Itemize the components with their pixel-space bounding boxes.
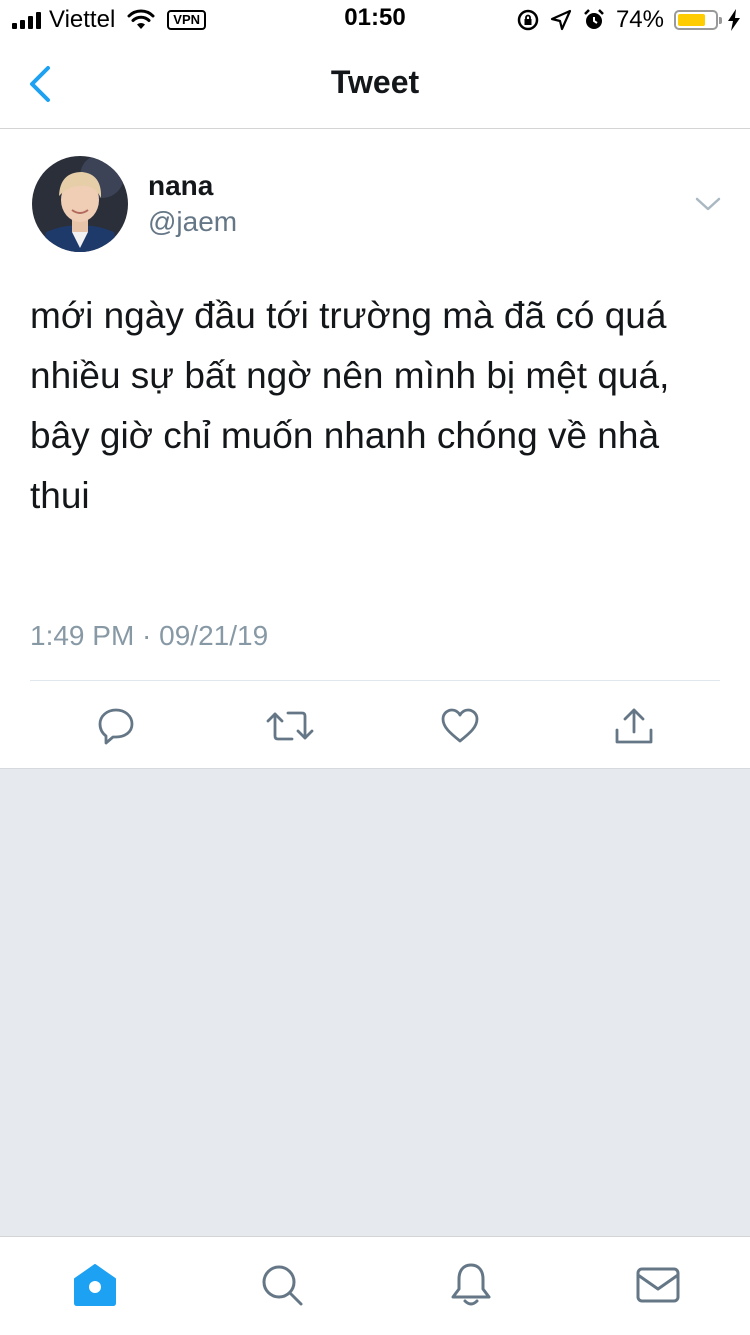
avatar[interactable]	[32, 156, 128, 252]
retweet-icon	[266, 711, 314, 741]
charging-icon	[728, 9, 740, 31]
author-handle[interactable]: @jaem	[148, 206, 237, 238]
tab-notifications[interactable]	[441, 1257, 501, 1313]
tab-search[interactable]	[252, 1257, 312, 1313]
page-title: Tweet	[330, 64, 420, 100]
more-options-button[interactable]	[692, 190, 724, 218]
like-button[interactable]	[430, 696, 490, 756]
status-bar: Viettel VPN 01:50 74%	[0, 0, 750, 40]
battery-icon	[674, 10, 722, 30]
signal-icon	[12, 11, 41, 29]
nav-bar: Tweet	[0, 40, 750, 129]
battery-level	[678, 14, 705, 26]
avatar-image	[32, 156, 128, 252]
share-icon	[615, 708, 653, 744]
tab-bar	[0, 1236, 750, 1335]
share-button[interactable]	[604, 696, 664, 756]
retweet-button[interactable]	[260, 696, 320, 756]
like-icon	[441, 708, 479, 743]
status-right: 74%	[516, 6, 740, 34]
status-left: Viettel VPN	[12, 6, 207, 34]
vpn-badge: VPN	[167, 10, 207, 30]
messages-icon	[636, 1267, 680, 1303]
divider	[30, 680, 720, 681]
reply-icon	[98, 708, 134, 745]
empty-replies-area	[0, 768, 750, 1237]
rotation-lock-icon	[517, 9, 539, 31]
tab-home[interactable]	[65, 1257, 125, 1313]
notifications-icon	[451, 1263, 491, 1306]
chevron-down-icon	[695, 197, 721, 211]
tweet-text: mới ngày đầu tới trường mà đã có quá nhi…	[30, 295, 670, 516]
carrier-name: Viettel	[49, 6, 116, 33]
search-icon	[262, 1265, 303, 1306]
location-icon	[550, 9, 572, 31]
alarm-icon	[584, 9, 604, 29]
wifi-icon	[127, 9, 155, 29]
battery-percent: 74%	[615, 6, 664, 33]
home-icon	[74, 1264, 116, 1306]
tweet-timestamp: 1:49 PM · 09/21/19	[30, 620, 269, 651]
reply-button[interactable]	[86, 696, 146, 756]
tweet-actions	[0, 696, 750, 756]
tab-messages[interactable]	[628, 1257, 688, 1313]
author-name[interactable]: nana	[148, 170, 213, 202]
